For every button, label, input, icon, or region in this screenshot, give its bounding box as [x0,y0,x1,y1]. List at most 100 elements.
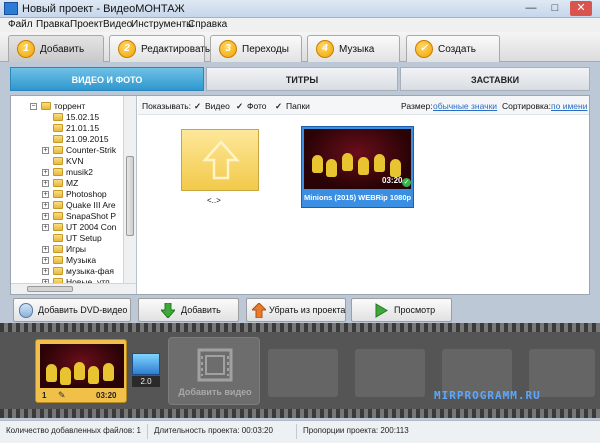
tab-edit-label: Редактировать [141,44,211,55]
tree-item-label: Quake III Are [66,200,116,210]
show-label: Показывать: [142,101,192,111]
menu-help[interactable]: Справка [188,19,227,30]
tree-item-label: UT Setup [66,233,102,243]
files-count-status: Количество добавленных файлов: 1 [6,426,141,435]
expand-icon[interactable]: + [42,147,49,154]
scroll-thumb[interactable] [126,156,134,236]
expand-icon[interactable]: + [42,169,49,176]
tree-vertical-scrollbar[interactable] [123,96,136,283]
tree-item-label: Counter-Strik [66,145,117,155]
expand-icon[interactable]: + [42,268,49,275]
watermark: MIRPROGRAMM.RU [434,389,541,402]
collapse-icon[interactable]: − [30,103,37,110]
tab-add[interactable]: 1 Добавить [8,35,104,62]
tree-item[interactable]: + музыка-фая [11,266,136,277]
remove-from-project-button[interactable]: Убрать из проекта [246,298,346,322]
preview-button[interactable]: Просмотр [351,298,452,322]
size-option-link[interactable]: обычные значки [433,101,497,111]
folder-icon [53,135,63,143]
expand-icon[interactable]: + [42,246,49,253]
tab-video-photo[interactable]: ВИДЕО И ФОТО [10,67,204,91]
menu-edit[interactable]: Правка [36,19,70,30]
checkmark-icon: ✓ [415,40,433,58]
tree-item[interactable]: + SnapaShot P [11,211,136,222]
tree-horizontal-scrollbar[interactable] [11,283,136,294]
video-checkbox[interactable]: ✓ [194,101,201,112]
tree-item-label: Photoshop [66,189,107,199]
video-filter-label[interactable]: Видео [205,101,230,111]
add-button[interactable]: Добавить [138,298,239,322]
tree-item[interactable]: + Quake III Are [11,200,136,211]
tree-item[interactable]: KVN [11,156,136,167]
content-tabs: ВИДЕО И ФОТО ТИТРЫ ЗАСТАВКИ [10,67,590,91]
video-file-thumbnail[interactable]: 03:20 ✓ Minions (2015) WEBRip 1080p ... [301,126,414,208]
remove-label: Убрать из проекта [269,305,346,315]
tree-item[interactable]: + Photoshop [11,189,136,200]
folder-icon [53,223,63,231]
clip-preview-image [40,344,124,388]
folders-filter-label[interactable]: Папки [286,101,310,111]
tree-item[interactable]: − торрент [11,101,136,112]
expand-icon[interactable]: + [42,213,49,220]
tree-item[interactable]: + Counter-Strik [11,145,136,156]
step-1-icon: 1 [17,40,35,58]
tab-transitions[interactable]: 3 Переходы [210,35,302,62]
expand-icon[interactable]: + [42,180,49,187]
tab-transitions-label: Переходы [242,44,289,55]
maximize-button[interactable]: □ [544,1,566,16]
tree-item[interactable]: + Музыка [11,255,136,266]
expand-icon[interactable]: + [42,257,49,264]
add-dvd-button[interactable]: Добавить DVD-видео [13,298,131,322]
tab-intros[interactable]: ЗАСТАВКИ [400,67,590,91]
tab-create-label: Создать [438,44,477,55]
tree-item-label: 15.02.15 [66,112,100,122]
tree-item[interactable]: 15.02.15 [11,112,136,123]
clip-duration: 03:20 [96,391,117,400]
menu-tools[interactable]: Инструменты [131,19,193,30]
folders-checkbox[interactable]: ✓ [275,101,282,112]
photo-checkbox[interactable]: ✓ [236,101,243,112]
status-separator [296,424,297,439]
menu-project[interactable]: Проект [70,19,103,30]
step-4-icon: 4 [316,40,334,58]
folder-icon [41,102,51,110]
step-tabs: 1 Добавить 2 Редактировать 3 Переходы 4 … [0,32,600,62]
add-video-slot[interactable]: Добавить видео [168,337,260,405]
tree-item[interactable]: 21.09.2015 [11,134,136,145]
transition-duration: 2.0 [132,376,160,387]
tree-item-label: MZ [66,178,79,188]
folder-icon [53,146,63,154]
menu-video[interactable]: Видео [103,19,132,30]
tab-titles[interactable]: ТИТРЫ [206,67,398,91]
photo-filter-label[interactable]: Фото [247,101,267,111]
media-panel: − торрент 15.02.15 21.01.15 21.09.2015 + Count… [10,95,590,295]
sort-option-link[interactable]: по имени [551,101,587,111]
folder-icon [53,212,63,220]
transition[interactable]: 2.0 [132,353,160,389]
tree-item-label: UT 2004 Con [66,222,117,232]
parent-folder-thumbnail[interactable] [181,129,259,191]
tab-create[interactable]: ✓ Создать [406,35,500,62]
expand-icon[interactable]: + [42,224,49,231]
tree-item[interactable]: UT Setup [11,233,136,244]
parent-folder-label: <..> [207,196,221,205]
scroll-thumb-horizontal[interactable] [27,286,73,292]
tree-item[interactable]: + Игры [11,244,136,255]
expand-icon[interactable]: + [42,191,49,198]
sort-label: Сортировка: [502,101,552,111]
close-button[interactable]: ✕ [570,1,592,16]
tree-item[interactable]: + musik2 [11,167,136,178]
pencil-icon[interactable]: ✎ [58,390,66,401]
empty-slot [268,349,338,397]
tab-edit[interactable]: 2 Редактировать [109,35,210,62]
tab-music[interactable]: 4 Музыка [307,35,400,62]
minimize-button[interactable]: — [520,1,542,16]
tree-item[interactable]: + UT 2004 Con [11,222,136,233]
expand-icon[interactable]: + [42,202,49,209]
empty-slot [355,349,425,397]
timeline-clip[interactable]: 1 ✎ 03:20 [35,339,127,403]
tree-item[interactable]: + MZ [11,178,136,189]
tree-item[interactable]: 21.01.15 [11,123,136,134]
tree-item-label: торрент [54,101,86,111]
menu-file[interactable]: Файл [8,19,33,30]
